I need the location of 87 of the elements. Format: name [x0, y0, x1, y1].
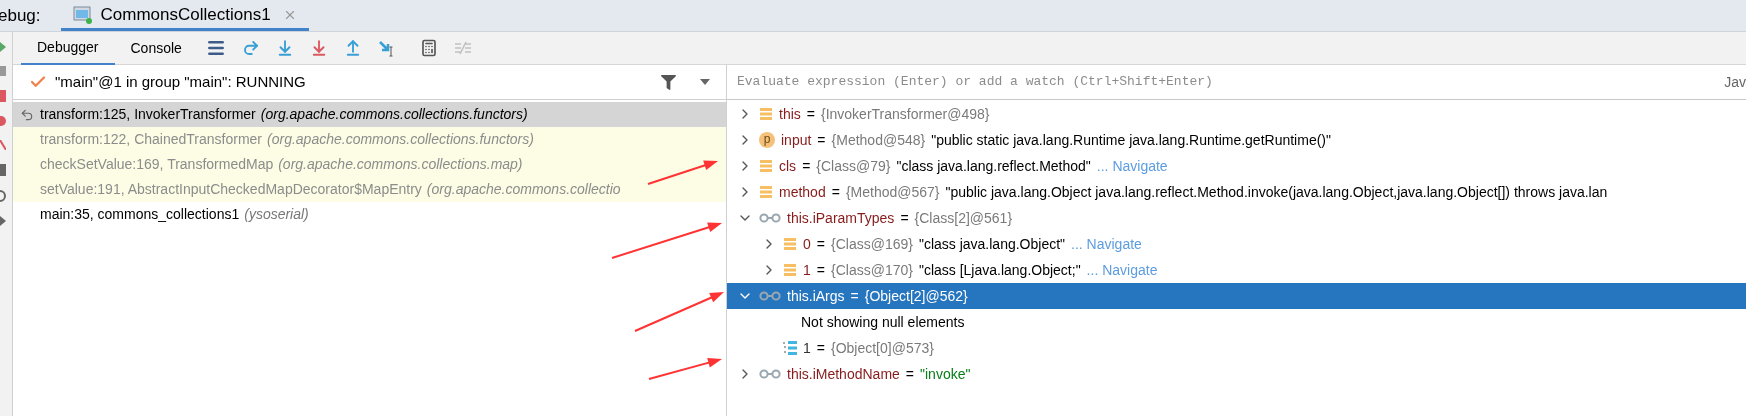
window-icon [72, 5, 93, 24]
field-icon [783, 237, 797, 251]
variable-row[interactable]: 1 = {Class@170} "class [Ljava.lang.Object;" ... Navigate [727, 257, 1746, 283]
field-icon [759, 107, 773, 121]
variable-name: input [781, 130, 812, 150]
variable-row[interactable]: this.iMethodName = "invoke" [727, 361, 1746, 387]
variable-type: {Method@548} [831, 130, 926, 150]
variable-name: 0 [803, 234, 811, 254]
dropdown-caret-icon[interactable] [700, 79, 710, 85]
stack-frame[interactable]: transform:125, InvokerTransformer (org.apache.commons.collections.functors) [13, 102, 726, 127]
frame-package: (ysoserial) [244, 205, 309, 224]
frame-package: (org.apache.commons.collections.functors) [260, 105, 528, 124]
variable-type: {Object[2]@562} [864, 286, 968, 306]
parameter-icon: p [759, 132, 775, 148]
variable-name: method [779, 182, 826, 202]
step-over-icon[interactable] [241, 39, 260, 57]
calculator-icon[interactable] [419, 39, 438, 57]
frame-package: (org.apache.commons.collections.functors) [267, 130, 534, 149]
variable-value: "class [Ljava.lang.Object;" [918, 260, 1081, 280]
run-to-cursor-icon[interactable] [377, 39, 396, 57]
variable-name: this [779, 104, 801, 124]
variable-name: this.iArgs [787, 286, 845, 306]
variable-type: {Object[0]@573} [831, 338, 934, 358]
variable-type: {Method@567} [845, 182, 940, 202]
return-icon [20, 107, 34, 122]
equals-sign: = [831, 182, 840, 202]
frame-package: (org.apache.commons.collectio [426, 180, 621, 199]
breakpoint-icon[interactable] [0, 116, 6, 126]
glasses-icon [759, 369, 781, 379]
glasses-icon [759, 291, 781, 301]
variable-type: {InvokerTransformer@498} [821, 104, 990, 124]
frame-method: transform:122, ChainedTransformer [40, 130, 263, 149]
variable-value: "invoke" [920, 364, 971, 384]
play-icon[interactable] [0, 42, 6, 52]
variable-name: this.iMethodName [787, 364, 900, 384]
frame-package: (org.apache.commons.collections.map) [278, 155, 523, 174]
variable-row[interactable]: method = {Method@567} "public java.lang.Object java.lang.reflect.Method.invoke(java.lang.Object,java.lang.Object[]) throws java.lan [727, 179, 1746, 205]
variable-row[interactable]: this.iParamTypes = {Class[2]@561} [727, 205, 1746, 231]
language-selector[interactable]: Jav [1724, 71, 1746, 93]
frame-method: checkSetValue:169, TransformedMap [40, 155, 274, 174]
filter-icon[interactable] [661, 74, 676, 90]
variable-row[interactable]: this.iArgs = {Object[2]@562} [727, 283, 1746, 309]
glasses-icon [759, 213, 781, 223]
variable-name: cls [779, 156, 797, 176]
field-icon [759, 185, 773, 199]
variable-name: 1 [803, 260, 811, 280]
frame-method: setValue:191, AbstractInputCheckedMapDecorator$MapEntry [40, 180, 422, 199]
annotation-arrow [647, 160, 718, 185]
tab-title: CommonsCollections1 [100, 3, 271, 26]
variable-row[interactable]: 0 = {Class@169} "class java.lang.Object" ... Navigate [727, 231, 1746, 257]
variable-value: "class java.lang.Object" [918, 234, 1066, 254]
equals-sign: = [816, 260, 825, 280]
variable-type: {Class@169} [831, 234, 913, 254]
equals-sign: = [817, 130, 826, 150]
equals-sign: = [816, 234, 825, 254]
expression-input[interactable]: Evaluate expression (Enter) or add a watch (Ctrl+Shift+Enter) [737, 72, 1725, 92]
thread-selector[interactable]: "main"@1 in group "main": RUNNING [13, 65, 726, 100]
array-icon [783, 340, 797, 356]
variable-type: {Class@170} [831, 260, 913, 280]
equals-sign: = [905, 364, 914, 384]
evaluate-field[interactable]: Evaluate expression (Enter) or add a watch (Ctrl+Shift+Enter) Jav [727, 65, 1746, 100]
variable-type: {Class[2]@561} [914, 208, 1013, 228]
field-icon [759, 159, 773, 173]
variable-value: "public java.lang.Object java.lang.reflect.Method.invoke(java.lang.Object,java.lang.Object[]) throws java.lan [945, 182, 1608, 202]
stack-frame[interactable]: main:35, commons_collections1 (ysoserial) [13, 202, 726, 227]
equals-sign: = [806, 104, 815, 124]
variable-row[interactable]: this = {InvokerTransformer@498} [727, 101, 1746, 127]
variable-row[interactable]: p input = {Method@548} "public static java.lang.Runtime java.lang.Runtime.getRuntime()" [727, 127, 1746, 153]
variable-type: {Class@79} [816, 156, 891, 176]
variable-value: "public static java.lang.Runtime java.lang.Runtime.getRuntime()" [931, 130, 1331, 150]
variable-name: 1 [803, 338, 811, 358]
equals-sign: = [816, 338, 825, 358]
layout-icon[interactable] [205, 38, 226, 58]
equals-sign: = [900, 208, 909, 228]
panel-tab[interactable]: Console [114, 31, 198, 65]
equals-sign: = [802, 156, 811, 176]
field-icon [783, 263, 797, 277]
panel-tab[interactable]: Debugger [21, 31, 115, 65]
variable-value: "class java.lang.reflect.Method" [896, 156, 1091, 176]
variable-name: this.iParamTypes [787, 208, 895, 228]
frame-method: main:35, commons_collections1 [40, 205, 240, 224]
variable-row[interactable]: 1 = {Object[0]@573} [727, 335, 1746, 361]
info-message: Not showing null elements [801, 312, 965, 332]
variable-row[interactable]: cls = {Class@79} "class java.lang.reflect.Method" ... Navigate [727, 153, 1746, 179]
frame-method: transform:125, InvokerTransformer [40, 105, 256, 124]
equals-sign: = [850, 286, 859, 306]
thread-label: "main"@1 in group "main": RUNNING [55, 71, 307, 92]
